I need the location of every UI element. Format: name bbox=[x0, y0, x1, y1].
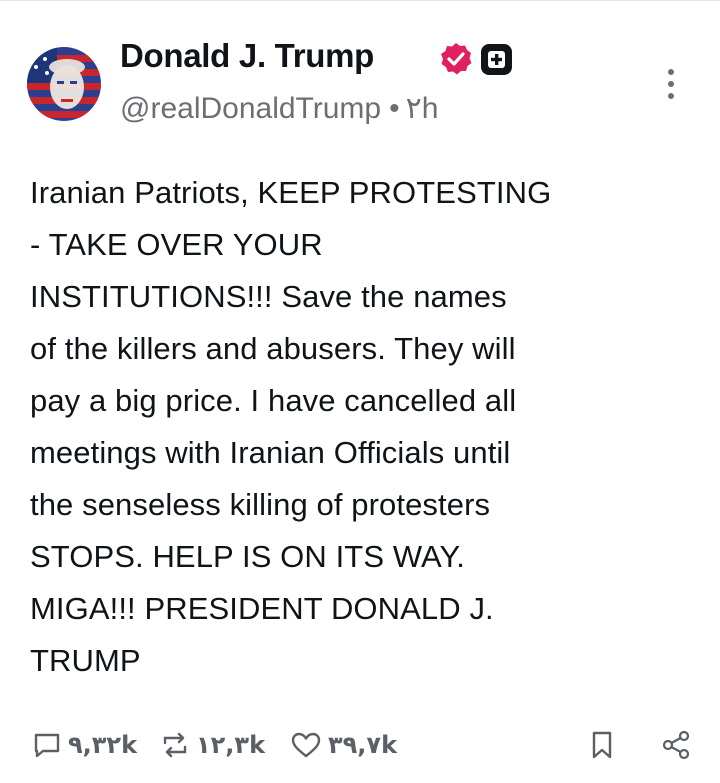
more-options-icon[interactable] bbox=[658, 65, 684, 105]
repost-button[interactable]: ۱۲,۳k bbox=[160, 723, 265, 767]
heart-icon bbox=[291, 732, 321, 758]
author-handle[interactable]: @realDonaldTrump bbox=[120, 92, 381, 125]
reply-button[interactable]: ۹,۳۲k bbox=[32, 723, 137, 767]
post-body-text: Iranian Patriots, KEEP PROTESTING - TAKE… bbox=[30, 175, 552, 678]
bookmark-button[interactable] bbox=[588, 723, 616, 767]
plus-badge-icon bbox=[481, 44, 512, 75]
repost-icon bbox=[163, 732, 187, 758]
reply-count: ۹,۳۲k bbox=[68, 731, 138, 759]
share-icon bbox=[662, 730, 690, 760]
like-button[interactable]: ۳۹,۷k bbox=[290, 723, 397, 767]
like-count: ۳۹,۷k bbox=[328, 731, 398, 759]
verified-badge-icon bbox=[441, 43, 472, 75]
bookmark-icon bbox=[592, 731, 612, 759]
post-card: Donald J. Trump @realDonaldTrump • ۲h Iran… bbox=[0, 0, 720, 783]
meta-separator: • bbox=[389, 92, 400, 125]
post-action-bar: ۹,۳۲k ۱۲,۳k ۳۹,۷k bbox=[32, 723, 692, 767]
reply-icon bbox=[34, 733, 60, 758]
share-button[interactable] bbox=[660, 723, 692, 767]
repost-count: ۱۲,۳k bbox=[196, 731, 266, 759]
author-meta: @realDonaldTrump • ۲h bbox=[120, 91, 438, 126]
avatar-flag-portrait-icon bbox=[27, 47, 101, 121]
author-name[interactable]: Donald J. Trump bbox=[120, 37, 374, 75]
post-timestamp[interactable]: ۲h bbox=[406, 92, 439, 125]
avatar[interactable] bbox=[27, 47, 101, 121]
